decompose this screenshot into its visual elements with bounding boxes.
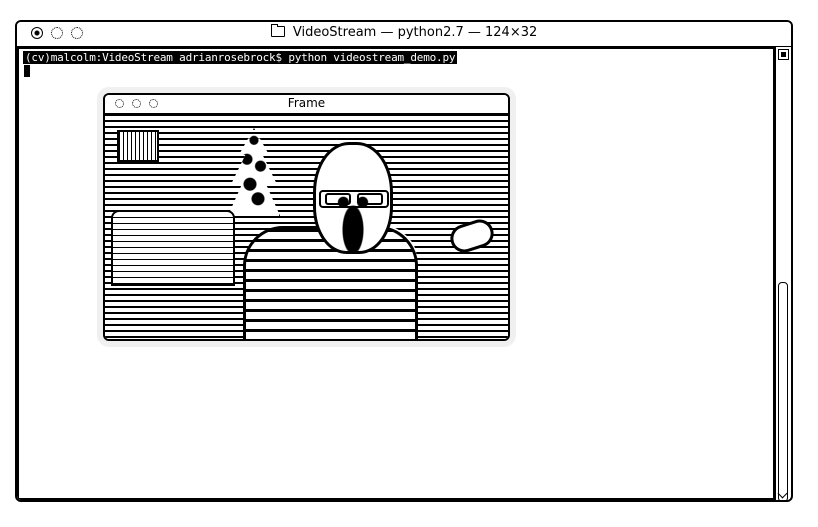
terminal-command-line: (cv)malcolm:VideoStream adrianrosebrock$… [23, 51, 458, 64]
raised-hand [446, 215, 498, 257]
scrollbar-thumb[interactable] [778, 282, 788, 500]
terminal-title-text: VideoStream — python2.7 — 124×32 [292, 25, 538, 40]
scroll-top-icon[interactable] [778, 49, 789, 60]
frame-titlebar[interactable]: Frame [105, 95, 508, 114]
frame-title: Frame [287, 96, 326, 110]
terminal-titlebar[interactable]: VideoStream — python2.7 — 124×32 [17, 22, 791, 47]
glasses [319, 190, 389, 208]
folder-icon [270, 24, 285, 37]
text-cursor [24, 65, 30, 77]
terminal-title: VideoStream — python2.7 — 124×32 [17, 24, 791, 40]
video-feed [105, 114, 508, 339]
background-shelf [117, 130, 159, 162]
terminal-scrollbar[interactable] [775, 47, 790, 500]
video-frame-window: Frame [103, 93, 510, 341]
video-scene [105, 114, 508, 339]
couch [111, 210, 235, 286]
christmas-tree [227, 128, 281, 218]
